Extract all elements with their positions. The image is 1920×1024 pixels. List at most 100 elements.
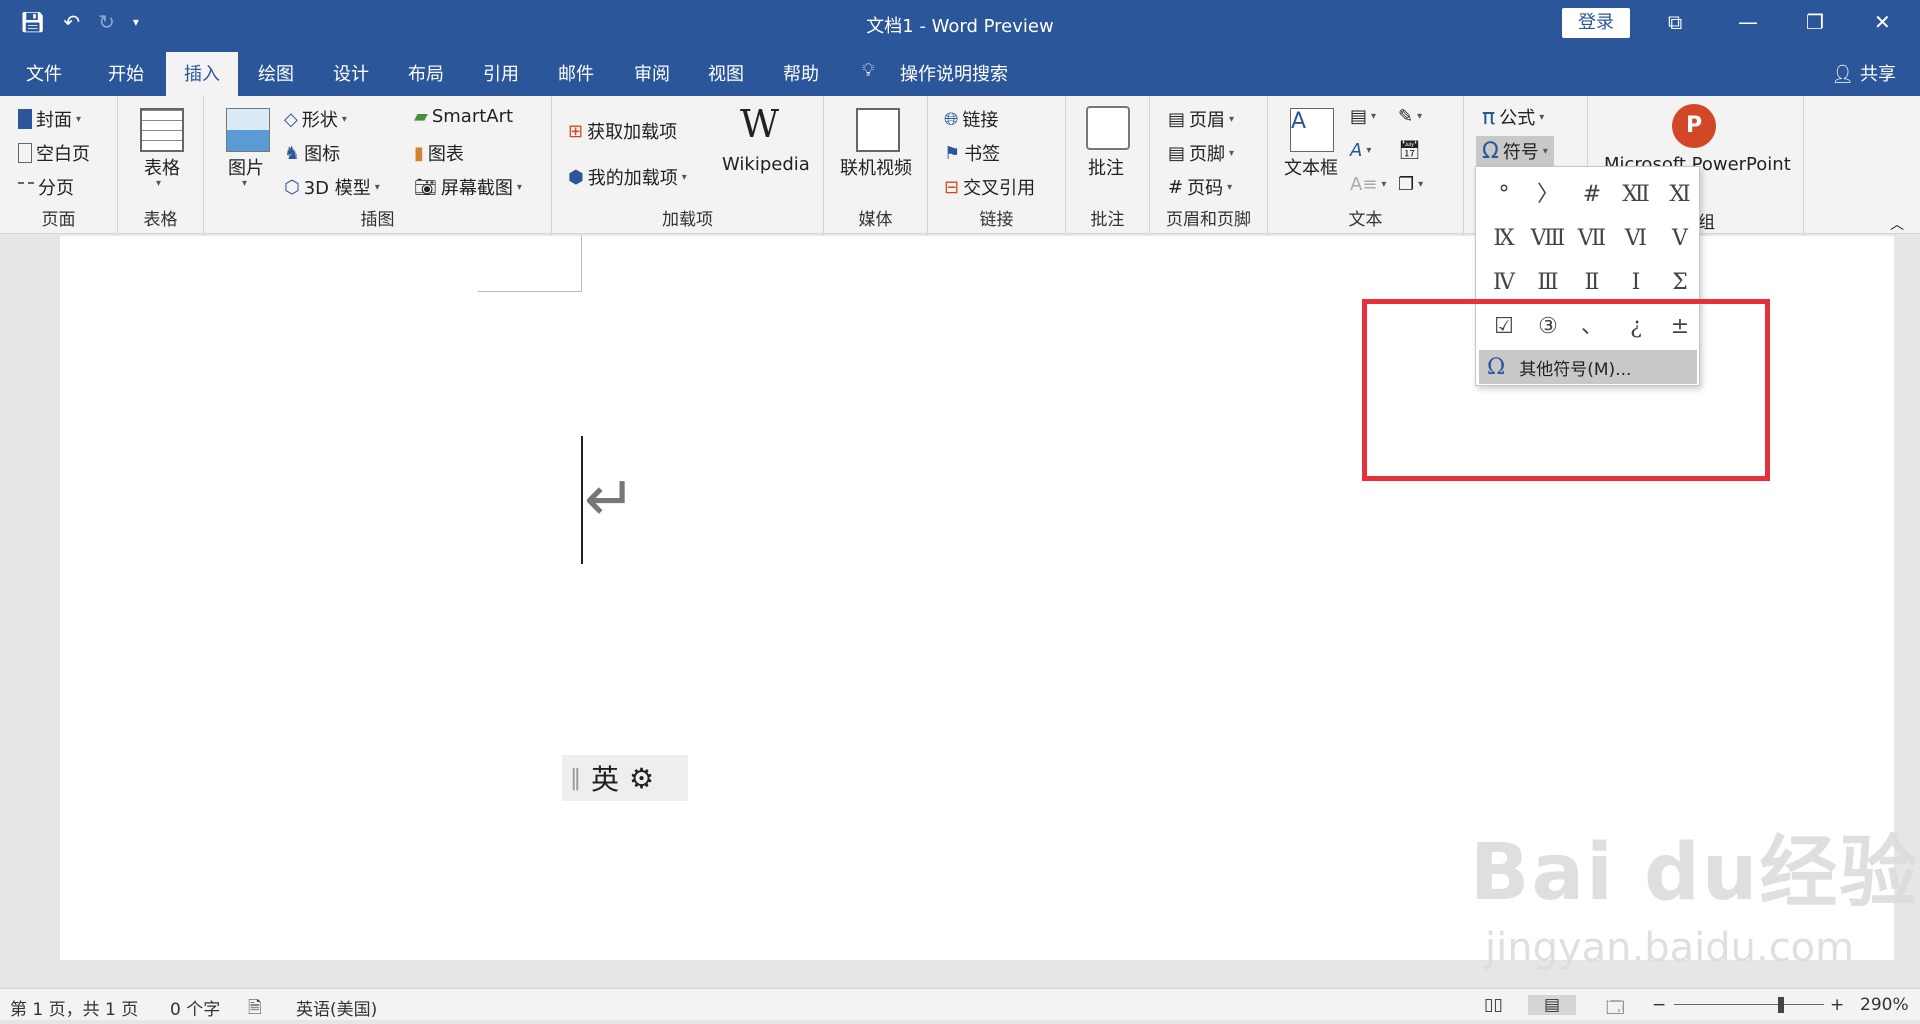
icons-button[interactable]: ♞ 图标 bbox=[284, 140, 340, 166]
powerpoint-icon: P bbox=[1672, 104, 1716, 148]
bookmark-button[interactable]: ⚑ 书签 bbox=[944, 140, 1000, 166]
tab-help[interactable]: 帮助 bbox=[783, 60, 819, 86]
page-number-label: 页码 bbox=[1187, 178, 1224, 199]
get-addins-button[interactable]: ⊞ 获取加载项 bbox=[568, 118, 677, 144]
page-count[interactable]: 第 1 页，共 1 页 bbox=[10, 995, 138, 1020]
tab-draw[interactable]: 绘图 bbox=[258, 60, 294, 86]
tab-insert[interactable]: 插入 bbox=[166, 52, 238, 96]
tab-mailings[interactable]: 邮件 bbox=[558, 60, 594, 86]
omega-icon: Ω bbox=[1482, 138, 1499, 164]
ime-language[interactable]: 英 bbox=[591, 758, 619, 798]
3d-model-button[interactable]: ⬡ 3D 模型 ▾ bbox=[284, 174, 380, 200]
smartart-button[interactable]: ▰ SmartArt bbox=[414, 106, 513, 127]
tell-me-search[interactable]: 操作说明搜索 bbox=[900, 60, 1008, 86]
page-number-button[interactable]: # 页码 ▾ bbox=[1168, 174, 1232, 200]
table-button[interactable]: 表格 bbox=[144, 154, 180, 180]
tab-layout[interactable]: 布局 bbox=[408, 60, 444, 86]
zoom-slider-thumb[interactable] bbox=[1778, 997, 1784, 1013]
smartart-icon: ▰ bbox=[414, 106, 428, 127]
break-label: 分页 bbox=[38, 178, 74, 199]
title-bar: 💾︎ ↶ ↻ ▾ 文档1 - Word Preview 登录 ⧉ — ❐ ✕ bbox=[0, 0, 1920, 48]
group-label-text: 文本 bbox=[1348, 210, 1383, 230]
smartart-label: SmartArt bbox=[431, 106, 514, 127]
login-button[interactable]: 登录 bbox=[1562, 8, 1630, 38]
zoom-out-icon[interactable]: − bbox=[1652, 995, 1666, 1015]
cover-page-button[interactable]: 封面 ▾ bbox=[18, 106, 81, 132]
zoom-in-icon[interactable]: + bbox=[1830, 995, 1844, 1015]
quick-parts-icon[interactable]: ▤ ▾ bbox=[1350, 106, 1376, 127]
symbol-item[interactable]: Ⅵ bbox=[1614, 217, 1658, 261]
footer-button[interactable]: ▤ 页脚 ▾ bbox=[1168, 140, 1234, 166]
share-label: 共享 bbox=[1860, 64, 1896, 85]
tab-references[interactable]: 引用 bbox=[483, 60, 519, 86]
picture-button[interactable]: 图片 bbox=[228, 154, 264, 180]
header-button[interactable]: ▤ 页眉 ▾ bbox=[1168, 106, 1234, 132]
online-video-button[interactable]: 联机视频 bbox=[840, 154, 912, 180]
collapse-ribbon-icon[interactable]: ︿ bbox=[1890, 214, 1904, 234]
store-icon: ⊞ bbox=[568, 120, 584, 142]
wordart-icon[interactable]: A ▾ bbox=[1350, 140, 1371, 161]
signature-line-icon[interactable]: ✎ ▾ bbox=[1398, 106, 1422, 127]
tab-review[interactable]: 审阅 bbox=[634, 60, 670, 86]
print-layout-icon[interactable]: ▤ bbox=[1528, 995, 1577, 1015]
my-addins-label: 我的加载项 bbox=[587, 168, 678, 189]
symbol-item[interactable]: # bbox=[1570, 173, 1614, 217]
link-button[interactable]: 🌐︎ 链接 bbox=[944, 106, 998, 132]
zoom-slider[interactable] bbox=[1674, 1004, 1824, 1005]
zoom-level[interactable]: 290% bbox=[1860, 995, 1909, 1015]
screenshot-button[interactable]: 📷︎ 屏幕截图 ▾ bbox=[414, 174, 522, 200]
comment-button[interactable]: 批注 bbox=[1088, 154, 1124, 180]
symbol-item[interactable]: Ⅺ bbox=[1658, 173, 1702, 217]
tab-view[interactable]: 视图 bbox=[708, 60, 744, 86]
3d-model-label: 3D 模型 bbox=[303, 178, 371, 199]
lightbulb-icon: 💡︎ bbox=[862, 60, 875, 81]
my-addins-button[interactable]: ⬢ 我的加载项 ▾ bbox=[568, 164, 687, 190]
icons-icon: ♞ bbox=[284, 142, 301, 164]
object-icon[interactable]: ❐ ▾ bbox=[1398, 174, 1423, 195]
equation-button[interactable]: π 公式 ▾ bbox=[1482, 104, 1544, 130]
symbol-item[interactable]: 〉 bbox=[1526, 173, 1570, 217]
camera-icon: 📷︎ bbox=[414, 176, 437, 198]
shapes-button[interactable]: ◇ 形状 ▾ bbox=[284, 106, 347, 132]
drop-cap-icon[interactable]: A≡ ▾ bbox=[1350, 174, 1386, 195]
symbol-item[interactable]: Ⅻ bbox=[1614, 173, 1658, 217]
minimize-icon[interactable]: — bbox=[1738, 10, 1758, 34]
blank-page-button[interactable]: 空白页 bbox=[18, 140, 90, 166]
symbol-label: 符号 bbox=[1502, 142, 1539, 163]
page-break-button[interactable]: 分页 bbox=[18, 174, 74, 200]
read-mode-icon[interactable]: ▯▯ bbox=[1484, 995, 1503, 1015]
margin-marker bbox=[478, 236, 582, 292]
text-box-button[interactable]: 文本框 bbox=[1284, 154, 1338, 180]
online-video-icon bbox=[856, 108, 900, 152]
symbol-item[interactable]: Ⅸ bbox=[1482, 217, 1526, 261]
date-time-icon[interactable]: 📅︎ bbox=[1398, 140, 1421, 161]
icons-label: 图标 bbox=[304, 144, 341, 165]
chart-button[interactable]: ▮ 图表 bbox=[414, 140, 464, 166]
ribbon-display-icon[interactable]: ⧉ bbox=[1668, 10, 1682, 34]
group-label-header-footer: 页眉和页脚 bbox=[1166, 210, 1251, 230]
tab-design[interactable]: 设计 bbox=[333, 60, 369, 86]
drag-handle-icon[interactable]: ‖ bbox=[570, 766, 581, 791]
symbol-item[interactable]: Ⅴ bbox=[1658, 217, 1702, 261]
paragraph-mark-icon: ↵ bbox=[584, 462, 636, 535]
symbol-item[interactable]: Ⅶ bbox=[1570, 217, 1614, 261]
tab-home[interactable]: 开始 bbox=[108, 60, 144, 86]
tab-file[interactable]: 文件 bbox=[26, 60, 62, 86]
footer-icon: ▤ bbox=[1168, 142, 1186, 164]
restore-icon[interactable]: ❐ bbox=[1806, 10, 1824, 34]
gear-icon[interactable]: ⚙ bbox=[629, 762, 654, 795]
wikipedia-button[interactable]: Wikipedia bbox=[722, 154, 810, 175]
symbol-button[interactable]: Ω 符号 ▾ bbox=[1476, 136, 1554, 166]
language-indicator[interactable]: 英语(美国) bbox=[296, 995, 377, 1020]
word-count[interactable]: 0 个字 bbox=[170, 995, 220, 1020]
group-label-comments: 批注 bbox=[1090, 210, 1125, 230]
text-box-icon: A bbox=[1290, 108, 1334, 152]
close-icon[interactable]: ✕ bbox=[1874, 10, 1891, 34]
group-pages: 封面 ▾ 空白页 分页 页面 bbox=[0, 96, 118, 234]
symbol-item[interactable]: Ⅷ bbox=[1526, 217, 1570, 261]
header-icon: ▤ bbox=[1168, 108, 1186, 130]
share-button[interactable]: 👤︎ 共享 bbox=[1831, 60, 1896, 86]
page-number-icon: # bbox=[1168, 176, 1184, 198]
symbol-item[interactable]: ° bbox=[1482, 173, 1526, 217]
cross-reference-button[interactable]: ⊟ 交叉引用 bbox=[944, 174, 1035, 200]
